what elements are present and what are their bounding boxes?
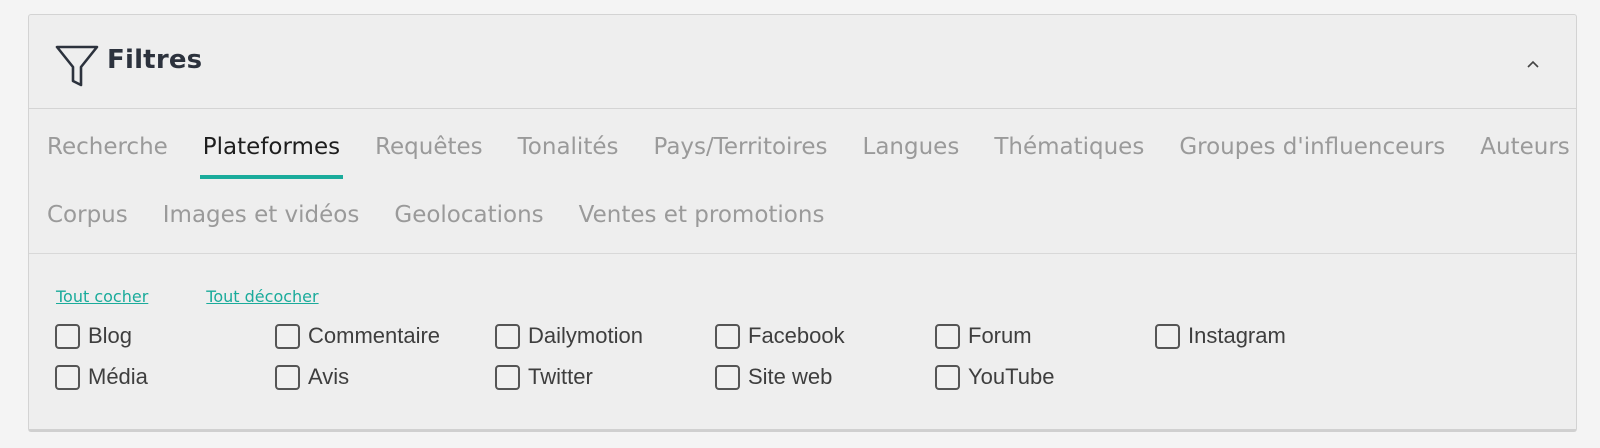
tab-row-2: Corpus Images et vidéos Geolocations Ventes…	[47, 197, 859, 247]
checkbox-label: Commentaire	[308, 323, 441, 348]
checkbox[interactable]	[275, 323, 300, 349]
checkbox[interactable]	[55, 323, 80, 349]
checkbox-label: Dailymotion	[528, 323, 643, 348]
checkbox[interactable]	[495, 323, 520, 349]
tab-thematiques[interactable]: Thématiques	[994, 129, 1144, 179]
platform-option-avis[interactable]: Avis	[275, 362, 495, 392]
platform-checkbox-grid: Blog Commentaire Dailymotion Facebook Forum I…	[55, 321, 1375, 403]
tab-ventes-et-promotions[interactable]: Ventes et promotions	[579, 197, 825, 247]
check-all-link[interactable]: Tout cocher	[56, 287, 148, 306]
platform-option-dailymotion[interactable]: Dailymotion	[495, 321, 715, 351]
platform-option-forum[interactable]: Forum	[935, 321, 1155, 351]
checkbox[interactable]	[495, 364, 520, 390]
tab-pays-territoires[interactable]: Pays/Territoires	[653, 129, 827, 179]
checkbox-label: YouTube	[968, 364, 1055, 389]
tab-langues[interactable]: Langues	[863, 129, 960, 179]
checkbox[interactable]	[935, 323, 960, 349]
checkbox[interactable]	[715, 323, 740, 349]
checkbox[interactable]	[1155, 323, 1180, 349]
checkbox[interactable]	[715, 364, 740, 390]
checkbox[interactable]	[55, 364, 80, 390]
tab-plateformes[interactable]: Plateformes	[199, 129, 344, 179]
bulk-select-links: Tout cocher Tout décocher	[56, 287, 377, 306]
checkbox-label: Facebook	[748, 323, 845, 348]
tab-images-et-videos[interactable]: Images et vidéos	[163, 197, 360, 247]
platform-option-youtube[interactable]: YouTube	[935, 362, 1155, 392]
checkbox-label: Avis	[308, 364, 350, 389]
checkbox[interactable]	[935, 364, 960, 390]
checkbox-label: Site web	[748, 364, 833, 389]
filter-tabs: Recherche Plateformes Requêtes Tonalités Pay…	[29, 109, 1576, 254]
platform-option-commentaire[interactable]: Commentaire	[275, 321, 495, 351]
platform-option-media[interactable]: Média	[55, 362, 275, 392]
filter-funnel-icon	[55, 43, 99, 87]
platform-option-facebook[interactable]: Facebook	[715, 321, 935, 351]
tab-tonalites[interactable]: Tonalités	[518, 129, 619, 179]
panel-title: Filtres	[107, 45, 203, 75]
platform-option-instagram[interactable]: Instagram	[1155, 321, 1375, 351]
checkbox-label: Forum	[968, 323, 1032, 348]
tab-requetes[interactable]: Requêtes	[375, 129, 483, 179]
panel-header[interactable]: Filtres	[29, 15, 1576, 109]
filters-panel: Filtres Recherche Plateformes Requêtes Tona…	[28, 14, 1577, 432]
checkbox-label: Instagram	[1188, 323, 1286, 348]
tab-auteurs[interactable]: Auteurs	[1480, 129, 1570, 179]
checkbox-label: Média	[88, 364, 148, 389]
platform-option-site-web[interactable]: Site web	[715, 362, 935, 392]
chevron-up-icon[interactable]	[1522, 53, 1544, 75]
tab-groupes-d-influenceurs[interactable]: Groupes d'influenceurs	[1179, 129, 1445, 179]
uncheck-all-link[interactable]: Tout décocher	[206, 287, 318, 306]
platform-option-blog[interactable]: Blog	[55, 321, 275, 351]
checkbox-label: Twitter	[528, 364, 593, 389]
tab-corpus[interactable]: Corpus	[47, 197, 128, 247]
checkbox-label: Blog	[88, 323, 133, 348]
platform-option-twitter[interactable]: Twitter	[495, 362, 715, 392]
tab-row-1: Recherche Plateformes Requêtes Tonalités Pay…	[47, 129, 1600, 179]
tab-recherche[interactable]: Recherche	[47, 129, 168, 179]
tab-geolocations[interactable]: Geolocations	[394, 197, 543, 247]
checkbox[interactable]	[275, 364, 300, 390]
